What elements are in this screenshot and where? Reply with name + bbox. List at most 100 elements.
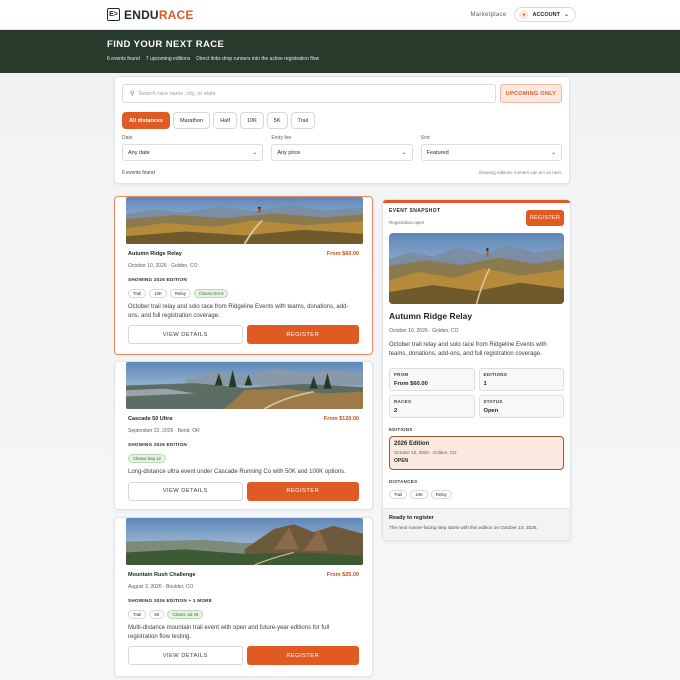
event-photo xyxy=(126,518,363,565)
top-nav: E> ENDURACE Marketplace ● ACCOUNT ⌄ xyxy=(0,0,680,30)
event-meta: August 3, 2026 · Boulder, CO xyxy=(128,584,194,590)
fee-select[interactable]: Any price ⌄ xyxy=(271,144,413,161)
nav-marketplace-link[interactable]: Marketplace xyxy=(470,12,506,18)
hero-banner: FIND YOUR NEXT RACE 6 events found 7 upc… xyxy=(0,30,680,73)
event-price: From $120.00 xyxy=(323,416,359,422)
view-details-button[interactable]: VIEW DETAILS xyxy=(128,646,243,666)
distance-tags: Trail 10K Relay xyxy=(383,490,570,499)
event-title[interactable]: Autumn Ridge Relay xyxy=(128,251,182,257)
nav-actions: Marketplace ● ACCOUNT ⌄ xyxy=(470,7,576,22)
upcoming-only-toggle[interactable]: UPCOMING ONLY xyxy=(500,84,562,103)
events-found-count: 6 events found xyxy=(107,56,140,62)
event-meta: October 10, 2026 · Golden, CO xyxy=(128,263,198,269)
closing-badge: Closes Oct 9 xyxy=(193,289,229,298)
chevron-down-icon: ⌄ xyxy=(563,12,569,18)
event-title[interactable]: Cascade 50 Ultra xyxy=(128,416,172,422)
closing-badge: Closes Sep 12 xyxy=(128,454,166,463)
edition-label: SHOWING 2026 EDITION xyxy=(128,442,187,447)
event-tags: Closes Sep 12 xyxy=(128,454,359,463)
stat-races: RACES 2 xyxy=(389,395,475,418)
chip-marathon[interactable]: Marathon xyxy=(172,112,211,129)
ready-text: The next runner-facing step starts with … xyxy=(389,525,538,530)
hero-note: Direct links drop runners into the activ… xyxy=(196,56,320,62)
search-input[interactable]: ⚲ Search race name, city, or state xyxy=(122,84,496,103)
date-filter: Date Any date ⌄ xyxy=(122,135,264,161)
register-button[interactable]: REGISTER xyxy=(246,481,359,501)
chip-10k[interactable]: 10K xyxy=(239,112,264,129)
account-label: ACCOUNT xyxy=(532,11,560,18)
tag: 10K xyxy=(149,289,167,298)
edition-label: SHOWING 2026 EDITION + 1 MORE xyxy=(128,598,213,603)
snapshot-title: Autumn Ridge Relay xyxy=(389,311,473,321)
upcoming-editions-count: 7 upcoming editions xyxy=(145,56,191,62)
event-card[interactable]: Autumn Ridge Relay From $60.00 October 1… xyxy=(114,196,373,355)
event-photo xyxy=(126,197,363,244)
date-select[interactable]: Any date ⌄ xyxy=(122,144,264,161)
account-button[interactable]: ● ACCOUNT ⌄ xyxy=(514,7,576,22)
registration-status: Registration open xyxy=(389,220,425,225)
event-tags: Trail 10K Relay Closes Oct 9 xyxy=(128,289,359,298)
fee-filter: Entry fee Any price ⌄ xyxy=(271,135,413,161)
snapshot-stats: FROM From $60.00 EDITIONS 1 RACES 2 STAT… xyxy=(383,368,570,418)
search-icon: ⚲ xyxy=(130,91,135,97)
sort-label: Sort xyxy=(420,135,430,141)
register-button[interactable]: REGISTER xyxy=(246,646,359,666)
chevron-down-icon: ⌄ xyxy=(401,150,407,156)
event-meta: September 22, 2026 · Bend, OR xyxy=(128,428,200,434)
hero-meta: 6 events found 7 upcoming editions Direc… xyxy=(107,56,573,62)
edition-meta: October 10, 2026 · Golden, CO xyxy=(394,450,457,455)
event-card[interactable]: Cascade 50 Ultra From $120.00 September … xyxy=(114,361,373,510)
event-description: October trail relay and solo race from R… xyxy=(128,304,349,319)
tag: Relay xyxy=(169,289,191,298)
snapshot-photo xyxy=(389,233,564,304)
sort-select[interactable]: Featured ⌄ xyxy=(420,144,562,161)
fee-label: Entry fee xyxy=(271,135,292,141)
event-price: From $60.00 xyxy=(326,251,359,257)
event-price: From $25.00 xyxy=(326,572,359,578)
tag: Trail xyxy=(128,289,147,298)
tag: Trail xyxy=(389,490,408,499)
event-description: Multi-distance mountain trail event with… xyxy=(128,625,330,640)
date-label: Date xyxy=(122,135,133,141)
filters-panel: ⚲ Search race name, city, or state UPCOM… xyxy=(114,76,570,184)
snapshot-label: EVENT SNAPSHOT xyxy=(389,208,441,214)
edition-title: 2026 Edition xyxy=(394,441,430,447)
snapshot-meta: October 10, 2026 · Golden, CO xyxy=(389,328,459,334)
chevron-down-icon: ⌄ xyxy=(252,150,258,156)
tag: Trail xyxy=(128,610,147,619)
ready-title: Ready to register xyxy=(389,515,434,521)
page-title: FIND YOUR NEXT RACE xyxy=(107,39,225,50)
event-snapshot-panel: EVENT SNAPSHOT Registration open REGISTE… xyxy=(382,199,571,541)
view-details-button[interactable]: VIEW DETAILS xyxy=(128,481,243,501)
event-description: Long-distance ultra event under Cascade … xyxy=(128,469,346,475)
tag: 5K xyxy=(149,610,165,619)
edition-status: OPEN xyxy=(394,458,409,464)
chip-half[interactable]: Half xyxy=(213,112,237,129)
event-card[interactable]: Mountain Rush Challenge From $25.00 Augu… xyxy=(114,517,373,677)
brand-logo[interactable]: E> ENDURACE xyxy=(107,8,194,22)
event-photo xyxy=(126,362,363,409)
edition-option[interactable]: 2026 Edition October 10, 2026 · Golden, … xyxy=(389,436,564,470)
event-title[interactable]: Mountain Rush Challenge xyxy=(128,572,196,578)
snapshot-description: October trail relay and solo race from R… xyxy=(389,342,547,357)
editions-note: Showing editions runners can act on next… xyxy=(478,170,562,175)
stat-from: FROM From $60.00 xyxy=(389,368,475,391)
chip-trail[interactable]: Trail xyxy=(290,112,315,129)
chip-all-distances[interactable]: All distances xyxy=(122,112,170,129)
snapshot-footer: Ready to register The next runner-facing… xyxy=(383,508,570,540)
distances-section-label: DISTANCES xyxy=(389,479,418,484)
distance-chips: All distances Marathon Half 10K 5K Trail xyxy=(122,112,562,129)
logo-mark-icon: E> xyxy=(107,8,120,21)
results-count: 6 events found xyxy=(122,170,155,176)
edition-label: SHOWING 2026 EDITION xyxy=(128,277,187,282)
chip-5k[interactable]: 5K xyxy=(266,112,288,129)
search-placeholder: Search race name, city, or state xyxy=(138,90,216,97)
register-button[interactable]: REGISTER xyxy=(246,325,359,345)
stat-editions: EDITIONS 1 xyxy=(478,368,564,391)
stat-status: STATUS Open xyxy=(478,395,564,418)
snapshot-register-button[interactable]: REGISTER xyxy=(526,210,564,226)
editions-section-label: EDITIONS xyxy=(389,427,413,432)
event-tags: Trail 5K Closes Jul 29 xyxy=(128,610,359,619)
chevron-down-icon: ⌄ xyxy=(550,150,556,156)
view-details-button[interactable]: VIEW DETAILS xyxy=(128,325,243,345)
